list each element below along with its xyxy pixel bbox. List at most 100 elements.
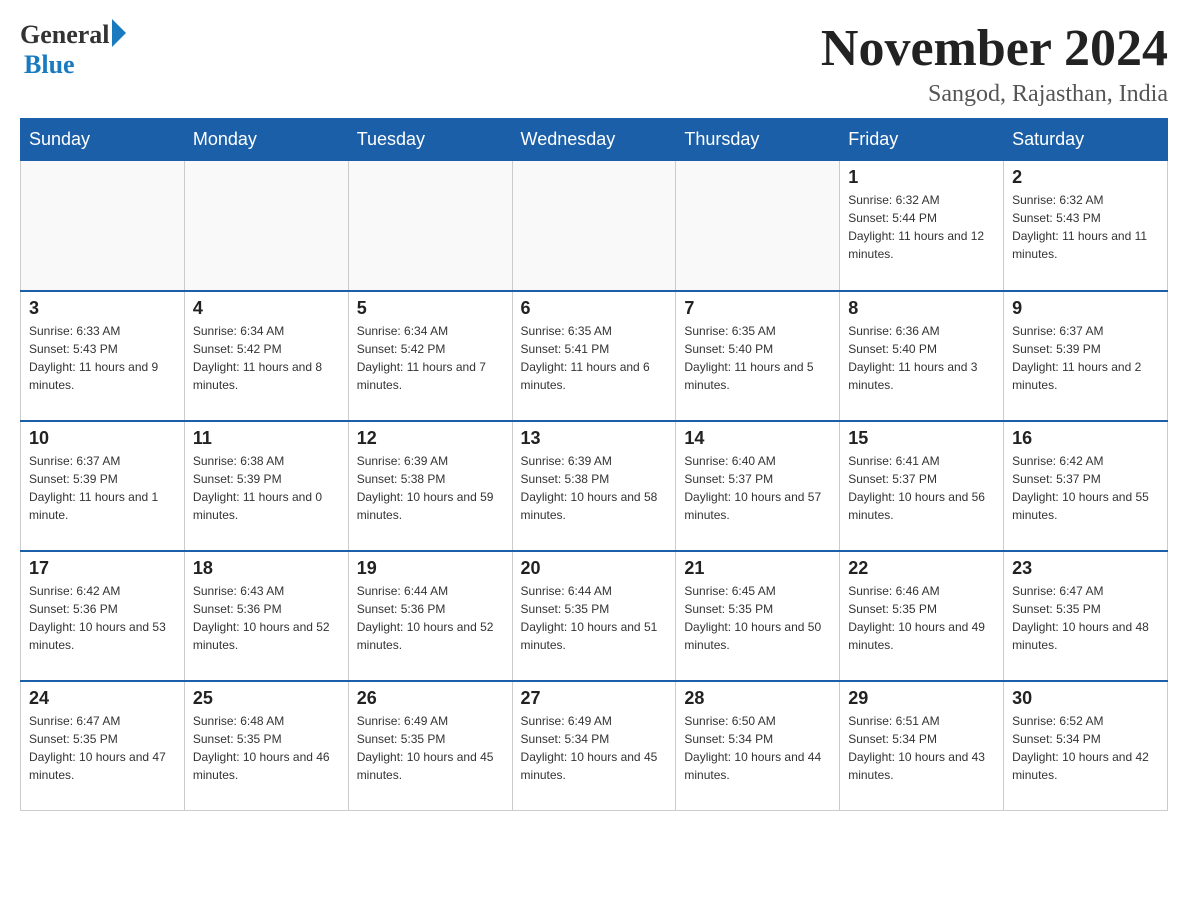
calendar-week-row: 17 Sunrise: 6:42 AM Sunset: 5:36 PM Dayli… <box>21 551 1168 681</box>
calendar-week-row: 3 Sunrise: 6:33 AM Sunset: 5:43 PM Daylig… <box>21 291 1168 421</box>
column-header-sunday: Sunday <box>21 119 185 161</box>
day-number: 5 <box>357 298 504 319</box>
day-number: 20 <box>521 558 668 579</box>
logo-blue-text: Blue <box>24 50 75 80</box>
logo: General Blue <box>20 20 126 80</box>
day-info: Sunrise: 6:49 AM Sunset: 5:35 PM Dayligh… <box>357 712 504 784</box>
calendar-header-row: SundayMondayTuesdayWednesdayThursdayFrid… <box>21 119 1168 161</box>
day-number: 29 <box>848 688 995 709</box>
calendar-cell <box>21 161 185 291</box>
day-info: Sunrise: 6:40 AM Sunset: 5:37 PM Dayligh… <box>684 452 831 524</box>
calendar-cell: 9 Sunrise: 6:37 AM Sunset: 5:39 PM Daylig… <box>1004 291 1168 421</box>
day-number: 6 <box>521 298 668 319</box>
day-info: Sunrise: 6:42 AM Sunset: 5:37 PM Dayligh… <box>1012 452 1159 524</box>
day-info: Sunrise: 6:46 AM Sunset: 5:35 PM Dayligh… <box>848 582 995 654</box>
calendar-cell: 20 Sunrise: 6:44 AM Sunset: 5:35 PM Dayli… <box>512 551 676 681</box>
day-info: Sunrise: 6:44 AM Sunset: 5:36 PM Dayligh… <box>357 582 504 654</box>
calendar-cell: 8 Sunrise: 6:36 AM Sunset: 5:40 PM Daylig… <box>840 291 1004 421</box>
calendar-week-row: 1 Sunrise: 6:32 AM Sunset: 5:44 PM Daylig… <box>21 161 1168 291</box>
day-info: Sunrise: 6:32 AM Sunset: 5:43 PM Dayligh… <box>1012 191 1159 263</box>
day-info: Sunrise: 6:35 AM Sunset: 5:40 PM Dayligh… <box>684 322 831 394</box>
day-info: Sunrise: 6:34 AM Sunset: 5:42 PM Dayligh… <box>193 322 340 394</box>
day-number: 4 <box>193 298 340 319</box>
day-info: Sunrise: 6:50 AM Sunset: 5:34 PM Dayligh… <box>684 712 831 784</box>
day-number: 18 <box>193 558 340 579</box>
logo-general-text: General <box>20 20 110 50</box>
calendar-cell: 13Sunrise: 6:39 AM Sunset: 5:38 PM Dayli… <box>512 421 676 551</box>
calendar-cell: 25 Sunrise: 6:48 AM Sunset: 5:35 PM Dayli… <box>184 681 348 811</box>
calendar-cell: 23 Sunrise: 6:47 AM Sunset: 5:35 PM Dayli… <box>1004 551 1168 681</box>
day-number: 25 <box>193 688 340 709</box>
day-info: Sunrise: 6:41 AM Sunset: 5:37 PM Dayligh… <box>848 452 995 524</box>
day-info: Sunrise: 6:38 AM Sunset: 5:39 PM Dayligh… <box>193 452 340 524</box>
calendar-cell: 1 Sunrise: 6:32 AM Sunset: 5:44 PM Daylig… <box>840 161 1004 291</box>
day-info: Sunrise: 6:48 AM Sunset: 5:35 PM Dayligh… <box>193 712 340 784</box>
day-info: Sunrise: 6:39 AM Sunset: 5:38 PM Dayligh… <box>357 452 504 524</box>
day-number: 22 <box>848 558 995 579</box>
day-number: 16 <box>1012 428 1159 449</box>
calendar-cell: 14 Sunrise: 6:40 AM Sunset: 5:37 PM Dayli… <box>676 421 840 551</box>
day-number: 2 <box>1012 167 1159 188</box>
calendar-cell: 16 Sunrise: 6:42 AM Sunset: 5:37 PM Dayli… <box>1004 421 1168 551</box>
column-header-saturday: Saturday <box>1004 119 1168 161</box>
day-number: 14 <box>684 428 831 449</box>
day-number: 1 <box>848 167 995 188</box>
day-number: 3 <box>29 298 176 319</box>
day-info: Sunrise: 6:45 AM Sunset: 5:35 PM Dayligh… <box>684 582 831 654</box>
day-number: 8 <box>848 298 995 319</box>
calendar-cell: 29Sunrise: 6:51 AM Sunset: 5:34 PM Dayli… <box>840 681 1004 811</box>
column-header-thursday: Thursday <box>676 119 840 161</box>
day-info: Sunrise: 6:44 AM Sunset: 5:35 PM Dayligh… <box>521 582 668 654</box>
day-info: Sunrise: 6:37 AM Sunset: 5:39 PM Dayligh… <box>1012 322 1159 394</box>
day-number: 26 <box>357 688 504 709</box>
day-info: Sunrise: 6:36 AM Sunset: 5:40 PM Dayligh… <box>848 322 995 394</box>
day-info: Sunrise: 6:43 AM Sunset: 5:36 PM Dayligh… <box>193 582 340 654</box>
day-info: Sunrise: 6:35 AM Sunset: 5:41 PM Dayligh… <box>521 322 668 394</box>
calendar-cell: 5 Sunrise: 6:34 AM Sunset: 5:42 PM Daylig… <box>348 291 512 421</box>
column-header-monday: Monday <box>184 119 348 161</box>
day-info: Sunrise: 6:32 AM Sunset: 5:44 PM Dayligh… <box>848 191 995 263</box>
calendar-cell: 19 Sunrise: 6:44 AM Sunset: 5:36 PM Dayli… <box>348 551 512 681</box>
calendar-cell: 12Sunrise: 6:39 AM Sunset: 5:38 PM Dayli… <box>348 421 512 551</box>
day-number: 23 <box>1012 558 1159 579</box>
month-year-title: November 2024 <box>821 20 1168 77</box>
calendar-cell: 7 Sunrise: 6:35 AM Sunset: 5:40 PM Daylig… <box>676 291 840 421</box>
calendar-cell: 4 Sunrise: 6:34 AM Sunset: 5:42 PM Daylig… <box>184 291 348 421</box>
page-header: General Blue November 2024 Sangod, Rajas… <box>20 20 1168 108</box>
day-info: Sunrise: 6:33 AM Sunset: 5:43 PM Dayligh… <box>29 322 176 394</box>
logo-triangle-icon <box>112 19 126 47</box>
day-number: 21 <box>684 558 831 579</box>
calendar-cell <box>184 161 348 291</box>
day-info: Sunrise: 6:34 AM Sunset: 5:42 PM Dayligh… <box>357 322 504 394</box>
day-number: 17 <box>29 558 176 579</box>
day-number: 19 <box>357 558 504 579</box>
day-info: Sunrise: 6:42 AM Sunset: 5:36 PM Dayligh… <box>29 582 176 654</box>
calendar-cell: 17 Sunrise: 6:42 AM Sunset: 5:36 PM Dayli… <box>21 551 185 681</box>
day-info: Sunrise: 6:37 AM Sunset: 5:39 PM Dayligh… <box>29 452 176 524</box>
day-number: 30 <box>1012 688 1159 709</box>
calendar-week-row: 24Sunrise: 6:47 AM Sunset: 5:35 PM Dayli… <box>21 681 1168 811</box>
day-number: 27 <box>521 688 668 709</box>
day-info: Sunrise: 6:39 AM Sunset: 5:38 PM Dayligh… <box>521 452 668 524</box>
day-number: 9 <box>1012 298 1159 319</box>
calendar-cell: 27Sunrise: 6:49 AM Sunset: 5:34 PM Dayli… <box>512 681 676 811</box>
calendar-cell <box>348 161 512 291</box>
location-subtitle: Sangod, Rajasthan, India <box>821 81 1168 108</box>
column-header-friday: Friday <box>840 119 1004 161</box>
day-number: 15 <box>848 428 995 449</box>
calendar-cell <box>512 161 676 291</box>
column-header-tuesday: Tuesday <box>348 119 512 161</box>
title-section: November 2024 Sangod, Rajasthan, India <box>821 20 1168 108</box>
day-number: 28 <box>684 688 831 709</box>
day-number: 11 <box>193 428 340 449</box>
calendar-cell: 21 Sunrise: 6:45 AM Sunset: 5:35 PM Dayli… <box>676 551 840 681</box>
calendar-cell: 15 Sunrise: 6:41 AM Sunset: 5:37 PM Dayli… <box>840 421 1004 551</box>
calendar-cell: 10Sunrise: 6:37 AM Sunset: 5:39 PM Dayli… <box>21 421 185 551</box>
calendar-cell: 11 Sunrise: 6:38 AM Sunset: 5:39 PM Dayli… <box>184 421 348 551</box>
calendar-cell: 18 Sunrise: 6:43 AM Sunset: 5:36 PM Dayli… <box>184 551 348 681</box>
day-info: Sunrise: 6:47 AM Sunset: 5:35 PM Dayligh… <box>29 712 176 784</box>
column-header-wednesday: Wednesday <box>512 119 676 161</box>
day-info: Sunrise: 6:52 AM Sunset: 5:34 PM Dayligh… <box>1012 712 1159 784</box>
day-info: Sunrise: 6:47 AM Sunset: 5:35 PM Dayligh… <box>1012 582 1159 654</box>
day-number: 7 <box>684 298 831 319</box>
